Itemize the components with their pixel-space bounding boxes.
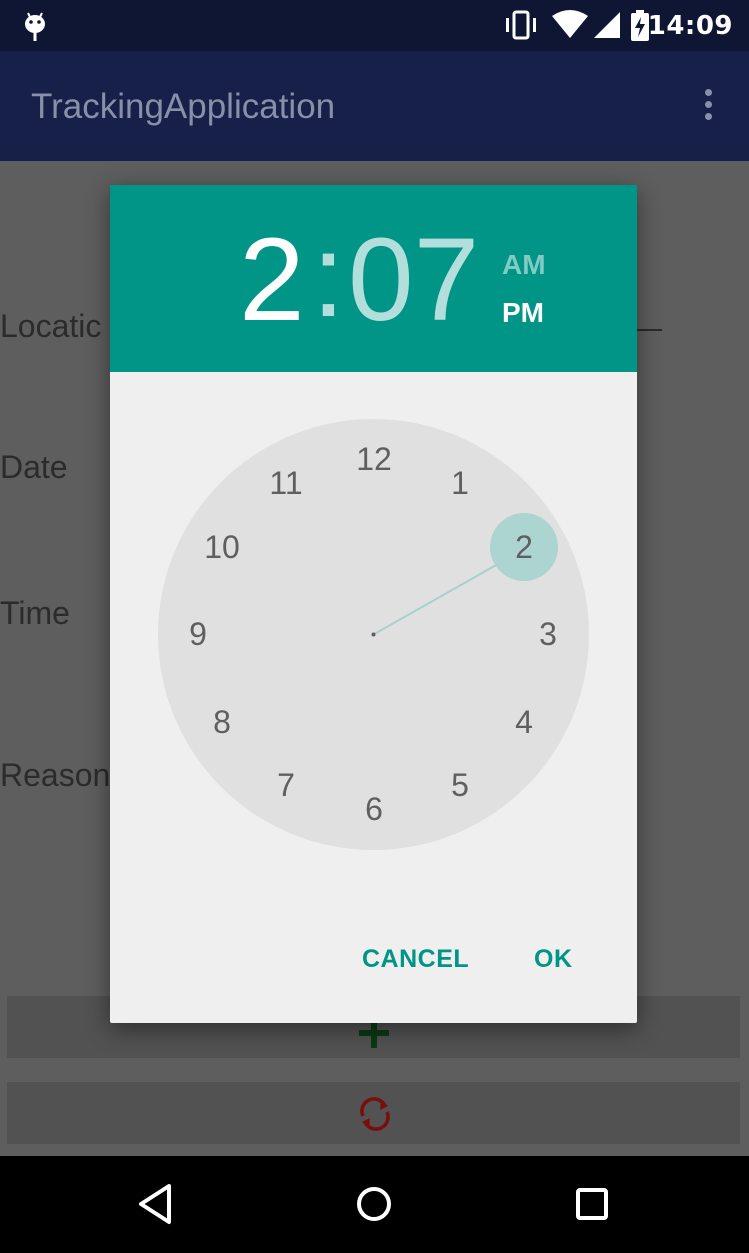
cancel-button[interactable]: CANCEL — [362, 945, 469, 974]
date-label: Date — [0, 449, 68, 485]
pm-toggle[interactable]: PM — [502, 297, 544, 329]
time-label: Time — [0, 595, 70, 631]
wifi-icon — [552, 10, 588, 38]
reason-label: Reason — [0, 757, 111, 793]
clock-number-10[interactable]: 10 — [192, 527, 252, 567]
time-separator: : — [312, 210, 345, 342]
am-toggle[interactable]: AM — [502, 249, 546, 281]
clock-number-8[interactable]: 8 — [192, 702, 252, 742]
signal-icon — [594, 12, 620, 38]
vibrate-icon — [506, 10, 536, 40]
location-label: Locatic — [0, 308, 102, 344]
app-title: TrackingApplication — [31, 87, 336, 126]
clock-number-2[interactable]: 2 — [494, 527, 554, 567]
clock-number-9[interactable]: 9 — [168, 614, 228, 654]
clock-number-12[interactable]: 12 — [344, 439, 404, 479]
clock-center — [371, 632, 376, 637]
clock-number-6[interactable]: 6 — [344, 789, 404, 829]
back-icon[interactable] — [129, 1178, 181, 1230]
sync-icon — [360, 1097, 390, 1131]
clock-number-5[interactable]: 5 — [430, 765, 490, 805]
clock-number-3[interactable]: 3 — [518, 614, 578, 654]
status-bar: 14:09 — [0, 0, 749, 51]
more-vert-icon[interactable] — [705, 89, 713, 125]
minute-display[interactable]: 07 — [348, 221, 479, 339]
sync-button[interactable] — [7, 1082, 740, 1144]
clock-number-4[interactable]: 4 — [494, 702, 554, 742]
clock-number-7[interactable]: 7 — [256, 765, 316, 805]
android-debug-icon — [25, 12, 45, 41]
clock-face[interactable]: 12 1 2 3 4 5 6 7 8 9 10 11 — [158, 419, 589, 850]
hour-display[interactable]: 2 — [239, 221, 305, 339]
time-picker-dialog: 2 : 07 AM PM 12 1 2 3 4 5 6 7 8 9 10 11 … — [110, 185, 637, 1023]
app-bar: TrackingApplication — [0, 51, 749, 161]
status-time: 14:09 — [647, 11, 733, 41]
ok-button[interactable]: OK — [534, 945, 573, 974]
clock-number-1[interactable]: 1 — [430, 463, 490, 503]
home-icon[interactable] — [348, 1178, 400, 1230]
clock-number-11[interactable]: 11 — [256, 463, 316, 503]
time-picker-header: 2 : 07 AM PM — [110, 185, 637, 372]
recents-icon[interactable] — [566, 1178, 618, 1230]
navigation-bar — [0, 1156, 749, 1253]
